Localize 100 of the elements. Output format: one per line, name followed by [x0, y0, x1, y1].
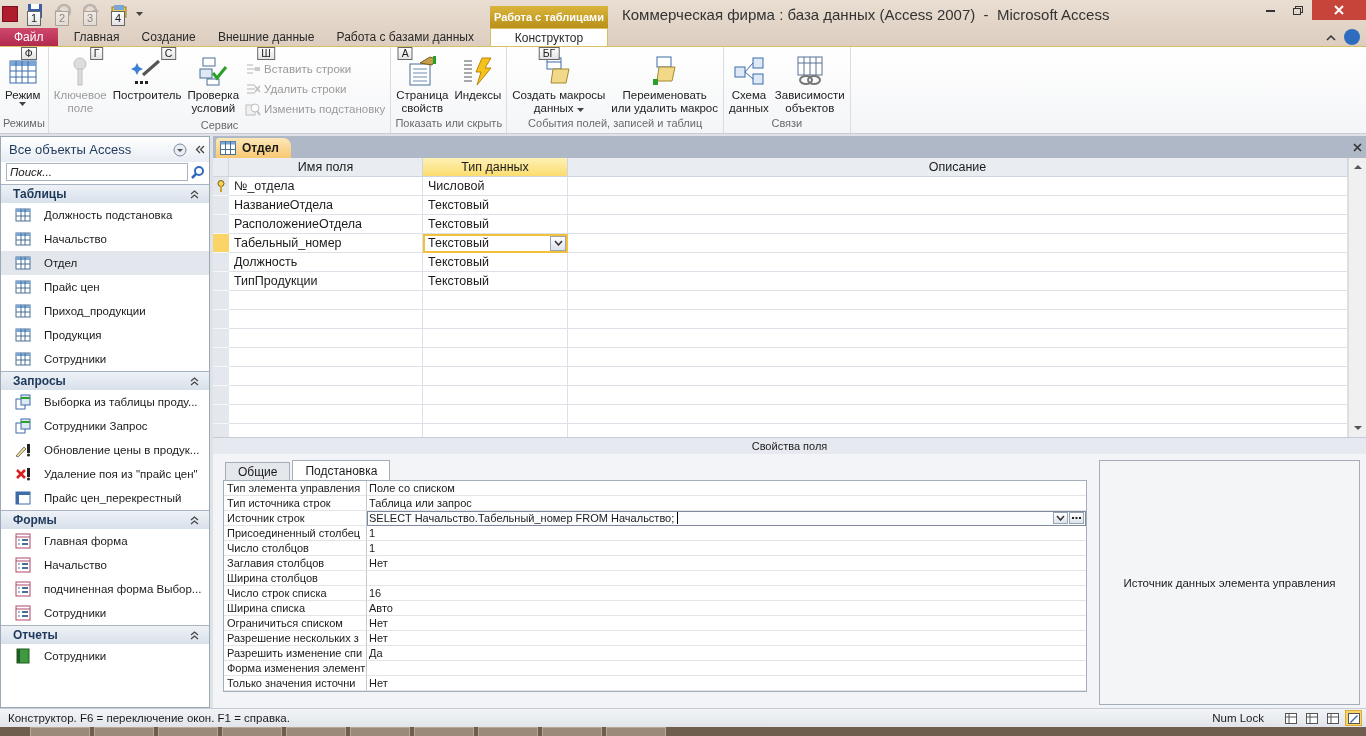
search-field[interactable]: Поиск...	[6, 163, 188, 181]
build-button[interactable]	[1069, 512, 1084, 524]
column-header[interactable]: Имя поля	[229, 158, 423, 177]
table-cell[interactable]: Текстовый	[423, 234, 568, 253]
table-cell[interactable]	[423, 291, 568, 310]
view-button[interactable]	[1282, 710, 1299, 726]
table-cell[interactable]	[568, 405, 1348, 424]
scroll-down-icon[interactable]	[1353, 426, 1362, 431]
taskbar-button[interactable]	[286, 727, 346, 736]
view-button[interactable]	[1345, 710, 1362, 726]
property-value[interactable]: Нет	[367, 631, 1086, 646]
table-cell[interactable]	[568, 291, 1348, 310]
taskbar-button[interactable]	[478, 727, 538, 736]
table-cell[interactable]	[229, 329, 423, 348]
toolbar-button[interactable]: 1	[24, 3, 46, 25]
property-value[interactable]: Авто	[367, 601, 1086, 616]
property-value[interactable]: SELECT Начальство.Табельный_номер FROM Начальство;	[367, 511, 1086, 526]
property-value[interactable]: 16	[367, 586, 1086, 601]
table-cell[interactable]	[568, 272, 1348, 291]
dropdown-button[interactable]	[550, 235, 566, 251]
ribbon-tab[interactable]: Файл	[0, 28, 58, 46]
collapse-ribbon-icon[interactable]	[1326, 33, 1336, 41]
property-value[interactable]: Да	[367, 646, 1086, 661]
table-cell[interactable]: Текстовый	[423, 253, 568, 272]
table-cell[interactable]: Текстовый	[423, 215, 568, 234]
taskbar-button[interactable]	[222, 727, 282, 736]
nav-group-header[interactable]: Формы	[1, 510, 209, 529]
taskbar-button[interactable]	[94, 727, 154, 736]
table-cell[interactable]	[229, 367, 423, 386]
table-cell[interactable]	[568, 386, 1348, 405]
ribbon-tab[interactable]: Главная	[67, 28, 126, 46]
taskbar-button[interactable]	[350, 727, 410, 736]
collapse-pane-icon[interactable]	[195, 145, 205, 154]
taskbar-button[interactable]	[606, 727, 666, 736]
table-cell[interactable]	[568, 215, 1348, 234]
table-cell[interactable]	[568, 177, 1348, 196]
table-cell[interactable]	[568, 253, 1348, 272]
close-button[interactable]	[1312, 0, 1366, 20]
ribbon-tab[interactable]: Внешние данные	[211, 28, 321, 46]
property-value[interactable]: 1	[367, 541, 1086, 556]
ribbon-button[interactable]: Зависимости объектов	[772, 53, 847, 115]
table-cell[interactable]	[568, 348, 1348, 367]
row-selector[interactable]	[213, 177, 229, 196]
scroll-up-icon[interactable]	[1353, 164, 1362, 169]
taskbar-button[interactable]	[30, 727, 90, 736]
nav-group-header[interactable]: Запросы	[1, 371, 209, 390]
table-cell[interactable]: №_отдела	[229, 177, 423, 196]
view-button[interactable]	[1303, 710, 1320, 726]
ribbon-tab[interactable]: Работа с базами данных	[330, 28, 480, 46]
table-cell[interactable]: ТипПродукции	[229, 272, 423, 291]
property-value[interactable]: Нет	[367, 556, 1086, 571]
table-cell[interactable]	[423, 329, 568, 348]
table-cell[interactable]: Текстовый	[423, 272, 568, 291]
table-cell[interactable]	[423, 348, 568, 367]
table-cell[interactable]: Числовой	[423, 177, 568, 196]
property-value[interactable]: 1	[367, 526, 1086, 541]
ribbon-button[interactable]: Схема данных	[727, 53, 771, 115]
nav-group-header[interactable]: Отчеты	[1, 625, 209, 644]
table-cell[interactable]: РасположениеОтдела	[229, 215, 423, 234]
column-header[interactable]: Тип данных	[423, 158, 568, 177]
table-cell[interactable]	[229, 405, 423, 424]
table-cell[interactable]	[229, 310, 423, 329]
search-icon[interactable]	[191, 165, 205, 179]
table-cell[interactable]	[568, 234, 1348, 253]
table-cell[interactable]	[423, 367, 568, 386]
ribbon-tab[interactable]: Конструктор	[490, 28, 608, 46]
view-button[interactable]	[1324, 710, 1341, 726]
dropdown-button[interactable]	[1053, 512, 1068, 524]
table-cell[interactable]: НазваниеОтдела	[229, 196, 423, 215]
ribbon-button[interactable]: Переименовать или удалить макрос	[609, 53, 721, 115]
table-cell[interactable]: Табельный_номер	[229, 234, 423, 253]
ribbon-button[interactable]: Проверка условий	[185, 53, 242, 115]
table-cell[interactable]	[423, 405, 568, 424]
column-header[interactable]: Описание	[568, 158, 1348, 177]
taskbar-button[interactable]	[542, 727, 602, 736]
close-icon[interactable]	[1353, 142, 1362, 152]
table-cell[interactable]	[568, 329, 1348, 348]
table-cell[interactable]: Текстовый	[423, 196, 568, 215]
property-value[interactable]: Поле со списком	[367, 481, 1086, 496]
taskbar-button[interactable]	[414, 727, 474, 736]
table-cell[interactable]	[423, 386, 568, 405]
dropdown-icon[interactable]	[173, 142, 187, 157]
nav-group-header[interactable]: Таблицы	[1, 184, 209, 203]
table-cell[interactable]	[568, 367, 1348, 386]
table-cell[interactable]	[229, 348, 423, 367]
ribbon-button[interactable]: Индексы	[452, 53, 504, 102]
table-cell[interactable]	[229, 291, 423, 310]
taskbar-button[interactable]	[158, 727, 218, 736]
table-cell[interactable]	[423, 310, 568, 329]
table-cell[interactable]: Должность	[229, 253, 423, 272]
property-value[interactable]: Нет	[367, 676, 1086, 691]
scrollbar[interactable]	[1348, 158, 1366, 437]
table-cell[interactable]	[229, 386, 423, 405]
ribbon-tab[interactable]: Создание	[135, 28, 202, 46]
toolbar-button[interactable]: 4	[108, 3, 130, 25]
document-tab[interactable]: Отдел	[216, 138, 291, 158]
property-value[interactable]: Нет	[367, 616, 1086, 631]
nav-item[interactable]: Отдел	[1, 251, 209, 275]
property-tab[interactable]: Общие	[225, 462, 291, 480]
property-tab[interactable]: Подстановка	[292, 460, 391, 480]
